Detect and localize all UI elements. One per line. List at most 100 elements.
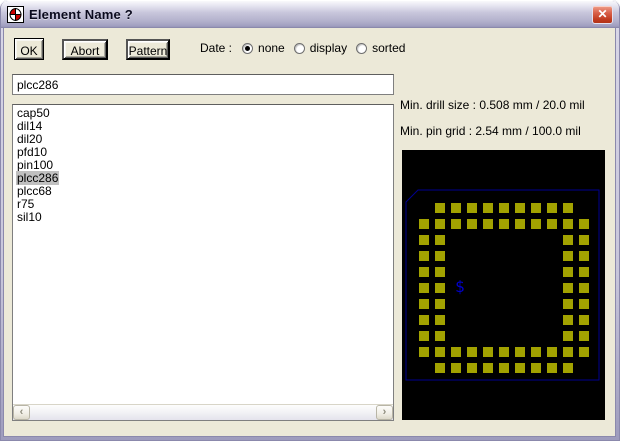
smd-pad — [435, 251, 445, 261]
smd-pad — [531, 203, 541, 213]
smd-pad — [419, 315, 429, 325]
origin-marker: $ — [455, 277, 465, 296]
list-item[interactable]: plcc68 — [14, 185, 392, 198]
smd-pad — [531, 347, 541, 357]
smd-pad — [435, 347, 445, 357]
smd-pad — [579, 267, 589, 277]
element-name-input[interactable] — [12, 74, 394, 95]
smd-pad — [419, 347, 429, 357]
pattern-button[interactable]: Pattern — [126, 39, 170, 60]
smd-pad — [563, 363, 573, 373]
smd-pad — [515, 219, 525, 229]
smd-pad — [531, 219, 541, 229]
smd-pad — [579, 219, 589, 229]
smd-pad — [451, 203, 461, 213]
window-title: Element Name ? — [29, 7, 592, 22]
smd-pad — [419, 299, 429, 309]
smd-pad — [563, 267, 573, 277]
radio-option-none[interactable]: none — [242, 41, 285, 55]
footprint-preview: $ — [402, 150, 605, 420]
smd-pad — [483, 363, 493, 373]
min-drill-size-text: Min. drill size : 0.508 mm / 20.0 mil — [400, 98, 585, 112]
radio-label: sorted — [372, 41, 405, 55]
element-list[interactable]: cap50dil14dil20pfd10pin100plcc286plcc68r… — [12, 104, 394, 421]
smd-pad — [547, 203, 557, 213]
min-pin-grid-text: Min. pin grid : 2.54 mm / 100.0 mil — [400, 124, 581, 138]
smd-pad — [563, 203, 573, 213]
smd-pad — [435, 299, 445, 309]
list-item[interactable]: r75 — [14, 198, 392, 211]
close-button[interactable]: ✕ — [592, 5, 613, 24]
smd-pad — [467, 219, 477, 229]
smd-pad — [419, 283, 429, 293]
list-item[interactable]: sil10 — [14, 211, 392, 224]
smd-pad — [419, 331, 429, 341]
list-item[interactable]: cap50 — [14, 107, 392, 120]
ok-button[interactable]: OK — [14, 38, 44, 60]
scroll-right-button[interactable]: › — [376, 405, 393, 420]
close-icon: ✕ — [597, 7, 607, 21]
smd-pad — [563, 235, 573, 245]
smd-pad — [563, 299, 573, 309]
smd-pad — [451, 363, 461, 373]
dialog-client-area: OK Abort Pattern Date : none display sorte… — [4, 28, 615, 436]
smd-pad — [435, 203, 445, 213]
smd-pad — [419, 267, 429, 277]
smd-pad — [435, 363, 445, 373]
list-item[interactable]: dil14 — [14, 120, 392, 133]
smd-pad — [563, 347, 573, 357]
smd-pad — [563, 219, 573, 229]
smd-pad — [435, 315, 445, 325]
date-radio-group: Date : none display sorted — [200, 41, 414, 55]
smd-pad — [499, 363, 509, 373]
smd-pad — [563, 315, 573, 325]
smd-pad — [467, 347, 477, 357]
radio-option-sorted[interactable]: sorted — [356, 41, 405, 55]
app-icon — [7, 6, 24, 23]
horizontal-scrollbar[interactable]: ‹ › — [13, 404, 393, 420]
chevron-right-icon: › — [383, 406, 387, 418]
radio-option-display[interactable]: display — [294, 41, 347, 55]
smd-pad — [435, 283, 445, 293]
date-label: Date : — [200, 41, 232, 55]
smd-pad — [419, 219, 429, 229]
smd-pad — [483, 347, 493, 357]
smd-pad — [435, 235, 445, 245]
smd-pad — [419, 251, 429, 261]
chevron-left-icon: ‹ — [20, 406, 24, 418]
smd-pad — [483, 203, 493, 213]
smd-pad — [451, 347, 461, 357]
list-item[interactable]: pin100 — [14, 159, 392, 172]
smd-pad — [579, 347, 589, 357]
abort-button[interactable]: Abort — [62, 39, 108, 60]
smd-pad — [435, 267, 445, 277]
radio-icon[interactable] — [294, 43, 305, 54]
smd-pad — [435, 219, 445, 229]
list-item[interactable]: dil20 — [14, 133, 392, 146]
smd-pad — [563, 283, 573, 293]
smd-pad — [467, 203, 477, 213]
list-item[interactable]: pfd10 — [14, 146, 392, 159]
smd-pad — [547, 347, 557, 357]
radio-label: none — [258, 41, 285, 55]
smd-pad — [451, 219, 461, 229]
titlebar[interactable]: Element Name ? ✕ — [0, 0, 620, 28]
smd-pad — [499, 219, 509, 229]
list-item[interactable]: plcc286 — [14, 172, 392, 185]
smd-pad — [579, 315, 589, 325]
smd-pad — [563, 331, 573, 341]
smd-pad — [419, 235, 429, 245]
scroll-left-button[interactable]: ‹ — [13, 405, 30, 420]
smd-pad — [499, 203, 509, 213]
smd-pad — [435, 331, 445, 341]
smd-pad — [515, 203, 525, 213]
radio-icon[interactable] — [242, 43, 253, 54]
smd-pad — [515, 347, 525, 357]
radio-icon[interactable] — [356, 43, 367, 54]
list-items: cap50dil14dil20pfd10pin100plcc286plcc68r… — [14, 107, 392, 403]
footprint-drawing: $ — [402, 150, 605, 420]
smd-pad — [547, 363, 557, 373]
smd-pad — [563, 251, 573, 261]
smd-pad — [579, 299, 589, 309]
smd-pad — [547, 219, 557, 229]
